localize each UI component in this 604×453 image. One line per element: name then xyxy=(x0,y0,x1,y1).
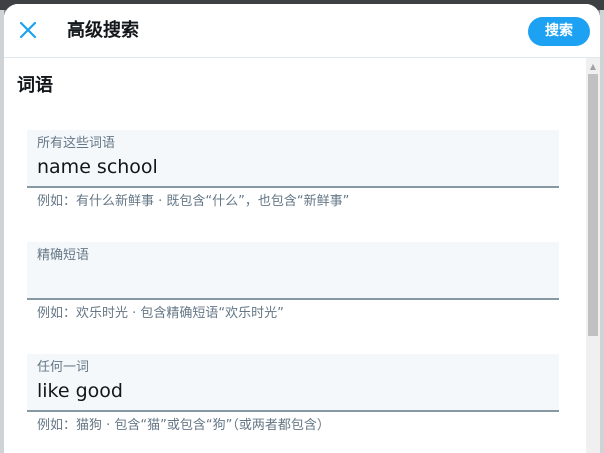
advanced-search-dialog: 高级搜索 搜索 词语 所有这些词语 name school 例如：有什么新鲜事 … xyxy=(4,4,600,453)
all-words-hint: 例如：有什么新鲜事 · 既包含“什么”，也包含“新鲜事” xyxy=(37,194,350,209)
close-button[interactable] xyxy=(14,16,42,44)
search-button[interactable]: 搜索 xyxy=(528,17,590,46)
dialog-title: 高级搜索 xyxy=(67,20,139,41)
dialog-header: 高级搜索 搜索 xyxy=(4,4,600,58)
dialog-content: 词语 所有这些词语 name school 例如：有什么新鲜事 · 既包含“什么… xyxy=(4,58,586,453)
scrollbar-thumb[interactable] xyxy=(588,74,598,336)
words-section-title: 词语 xyxy=(17,75,53,96)
background-page-right xyxy=(600,10,604,453)
exact-phrase-field[interactable]: 精确短语 xyxy=(27,242,559,300)
all-words-field[interactable]: 所有这些词语 name school xyxy=(27,130,559,188)
any-words-field[interactable]: 任何一词 like good xyxy=(27,354,559,412)
close-icon xyxy=(19,21,37,39)
any-words-input[interactable]: like good xyxy=(37,379,549,403)
exact-phrase-label: 精确短语 xyxy=(37,248,90,263)
any-words-hint: 例如：猫狗 · 包含“猫”或包含“狗”（或两者都包含） xyxy=(37,418,330,433)
all-words-input[interactable]: name school xyxy=(37,155,549,179)
all-words-label: 所有这些词语 xyxy=(37,136,116,151)
any-words-label: 任何一词 xyxy=(37,360,90,375)
exact-phrase-hint: 例如：欢乐时光 · 包含精确短语“欢乐时光” xyxy=(37,306,284,321)
vertical-scrollbar[interactable]: ▲ xyxy=(586,58,600,453)
scroll-up-arrow-icon[interactable]: ▲ xyxy=(586,58,600,74)
